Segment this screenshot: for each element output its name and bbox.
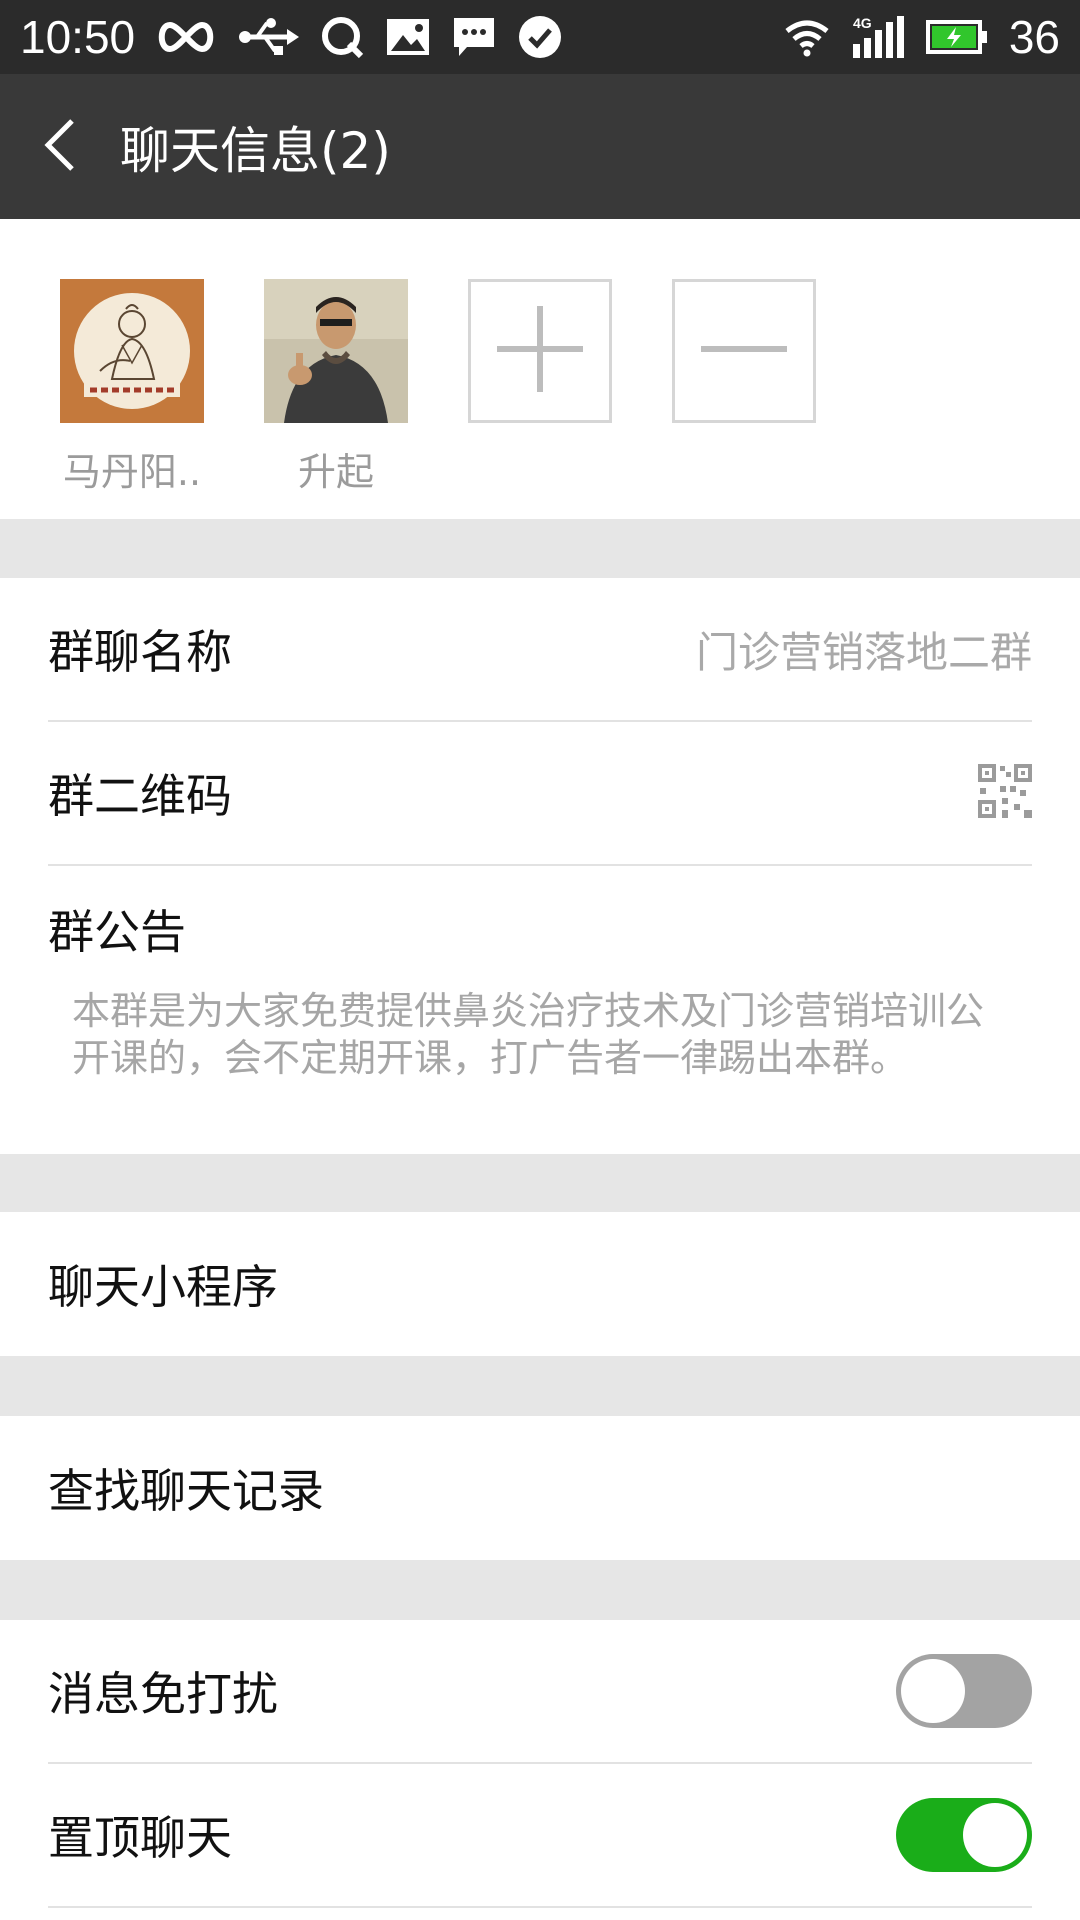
group-qr-label: 群二维码 [48, 769, 232, 823]
usb-icon [237, 7, 300, 67]
back-button[interactable] [0, 74, 120, 219]
chat-settings-section: 消息免打扰 置顶聊天 [0, 1620, 1080, 1920]
qq-icon [319, 7, 365, 67]
plus-icon [495, 304, 585, 398]
member-panel: 马丹阳.. 升起 [0, 219, 1080, 519]
pin-row: 置顶聊天 [48, 1764, 1032, 1908]
avatar [60, 279, 204, 423]
page-title: 聊天信息(2) [120, 121, 391, 180]
header-bar: 聊天信息(2) [0, 74, 1080, 219]
group-name-value: 门诊营销落地二群 [695, 627, 1032, 677]
mini-program-label: 聊天小程序 [48, 1260, 278, 1314]
group-notice-label: 群公告 [48, 905, 186, 959]
member-item[interactable]: 升起 [264, 279, 408, 496]
image-icon [385, 7, 431, 67]
battery-level: 36 [1008, 11, 1060, 63]
search-history-section: 查找聊天记录 [0, 1416, 1080, 1560]
status-bar: 10:50 4G 36 [0, 0, 1080, 74]
member-name: 马丹阳.. [62, 450, 202, 494]
toggle-knob [963, 1803, 1027, 1867]
toggle-knob [901, 1659, 965, 1723]
infinity-icon [155, 7, 217, 67]
member-item[interactable]: 马丹阳.. [60, 279, 204, 496]
back-arrow-icon [40, 117, 80, 177]
group-info-section: 群聊名称 门诊营销落地二群 群二维码 群公告 本群是为大家免费提供鼻炎治疗技术及… [0, 578, 1080, 1154]
group-name-row[interactable]: 群聊名称 门诊营销落地二群 [48, 578, 1032, 722]
group-name-label: 群聊名称 [48, 625, 232, 679]
pin-toggle[interactable] [896, 1798, 1032, 1872]
search-history-label: 查找聊天记录 [48, 1464, 324, 1518]
group-qr-row[interactable]: 群二维码 [48, 722, 1032, 866]
avatar [264, 279, 408, 423]
wifi-icon [783, 7, 831, 67]
remove-member-button[interactable] [672, 279, 816, 423]
add-member-button[interactable] [468, 279, 612, 423]
battery-charging-icon [925, 7, 989, 67]
search-history-row[interactable]: 查找聊天记录 [48, 1416, 1032, 1560]
mini-program-row[interactable]: 聊天小程序 [48, 1212, 1032, 1356]
pin-label: 置顶聊天 [48, 1811, 232, 1865]
group-notice-row[interactable]: 群公告 本群是为大家免费提供鼻炎治疗技术及门诊营销培训公开课的，会不定期开课，打… [48, 866, 1032, 1154]
mini-program-section: 聊天小程序 [0, 1212, 1080, 1356]
message-icon [451, 7, 497, 67]
status-time: 10:50 [20, 11, 136, 63]
mute-row: 消息免打扰 [48, 1620, 1032, 1764]
mute-label: 消息免打扰 [48, 1667, 278, 1721]
svg-text:4G: 4G [853, 15, 872, 31]
minus-icon [699, 304, 789, 398]
group-notice-text: 本群是为大家免费提供鼻炎治疗技术及门诊营销培训公开课的，会不定期开课，打广告者一… [72, 989, 985, 1080]
check-circle-icon [517, 7, 563, 67]
qr-code-icon [978, 764, 1032, 822]
member-name: 升起 [297, 450, 374, 494]
mute-toggle[interactable] [896, 1654, 1032, 1728]
signal-4g-icon: 4G [851, 7, 905, 67]
